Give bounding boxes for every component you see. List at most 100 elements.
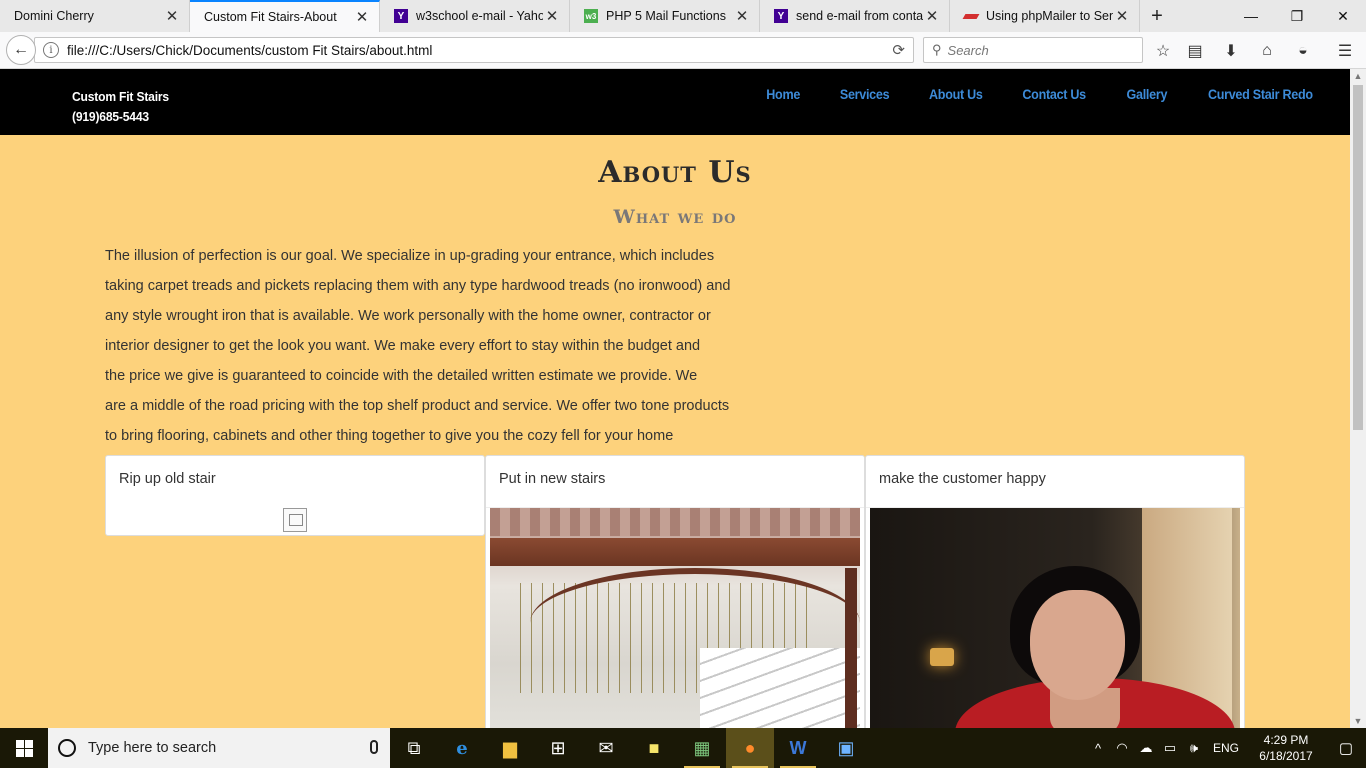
nav-about-us[interactable]: About Us xyxy=(929,87,983,102)
scrollbar-thumb[interactable] xyxy=(1353,85,1363,430)
mail-icon[interactable]: ✉ xyxy=(582,728,630,768)
brand-phone: (919)685-5443 xyxy=(72,109,149,124)
about-text-line: any style wrought iron that is available… xyxy=(105,308,711,324)
vertical-scrollbar[interactable]: ▲ ▼ xyxy=(1350,69,1366,728)
spreadsheet-app-icon[interactable]: ▦ xyxy=(678,728,726,768)
nav-curved-stair-redo[interactable]: Curved Stair Redo xyxy=(1208,87,1313,102)
sticky-notes-icon[interactable]: ■ xyxy=(630,728,678,768)
site-info-icon[interactable]: i xyxy=(43,42,59,58)
close-tab-icon[interactable]: ✕ xyxy=(543,7,561,25)
tab-send-email[interactable]: Y send e-mail from contac ✕ xyxy=(760,0,950,32)
web-page: Custom Fit Stairs (919)685-5443 Home Ser… xyxy=(0,69,1350,728)
navigation-toolbar: i file:///C:/Users/Chick/Documents/custo… xyxy=(0,32,1366,69)
scroll-up-icon[interactable]: ▲ xyxy=(1350,71,1366,81)
tab-custom-fit-stairs-about[interactable]: Custom Fit Stairs-About ✕ xyxy=(190,0,380,32)
store-icon[interactable]: ⊞ xyxy=(534,728,582,768)
about-text-line: taking carpet treads and pickets replaci… xyxy=(105,278,731,294)
about-text-line: the price we give is guaranteed to coinc… xyxy=(105,368,698,384)
scroll-down-icon[interactable]: ▼ xyxy=(1350,716,1366,726)
tab-label: Domini Cherry xyxy=(14,9,94,23)
nav-services[interactable]: Services xyxy=(839,87,889,102)
onedrive-icon[interactable]: ☁ xyxy=(1134,740,1158,756)
tab-label: Using phpMailer to Send xyxy=(986,9,1113,23)
windows-icon xyxy=(15,739,33,757)
url-bar[interactable]: i file:///C:/Users/Chick/Documents/custo… xyxy=(34,37,914,63)
card-put-in-new-stairs: Put in new stairs xyxy=(485,455,865,728)
system-tray: ^ ◠ ☁ ▭ 🕪 ENG 4:29 PM 6/18/2017 ▢ xyxy=(1086,728,1366,768)
close-tab-icon[interactable]: ✕ xyxy=(353,8,371,26)
reading-list-icon[interactable]: ▤ xyxy=(1184,40,1206,62)
search-placeholder: Search xyxy=(947,42,989,58)
customer-photo xyxy=(870,508,1240,728)
tab-label: Custom Fit Stairs-About xyxy=(204,10,337,24)
firefox-icon[interactable]: ● xyxy=(726,728,774,768)
language-indicator[interactable]: ENG xyxy=(1206,741,1246,755)
tab-label: PHP 5 Mail Functions xyxy=(606,9,726,23)
action-center-icon[interactable]: ▢ xyxy=(1326,739,1366,757)
brand-name: Custom Fit Stairs xyxy=(72,89,169,104)
stairs-photo xyxy=(490,508,860,728)
nav-contact-us[interactable]: Contact Us xyxy=(1023,87,1087,102)
yahoo-icon: Y xyxy=(394,9,408,23)
taskbar-search-box[interactable]: Type here to search xyxy=(48,728,390,768)
start-button[interactable] xyxy=(0,728,48,768)
page-title: About Us xyxy=(598,155,752,190)
wifi-icon[interactable]: ◠ xyxy=(1110,740,1134,756)
home-icon[interactable]: ⌂ xyxy=(1256,40,1278,62)
clock[interactable]: 4:29 PM 6/18/2017 xyxy=(1246,732,1326,764)
task-view-icon[interactable]: ⧉ xyxy=(390,728,438,768)
clock-time: 4:29 PM xyxy=(1263,733,1309,747)
page-subtitle: What we do xyxy=(613,206,737,228)
minimize-button[interactable]: — xyxy=(1228,0,1274,32)
volume-icon[interactable]: 🕪 xyxy=(1182,740,1206,756)
back-button[interactable]: ← xyxy=(6,35,36,65)
taskbar-search-placeholder: Type here to search xyxy=(88,740,217,756)
menu-icon[interactable]: ☰ xyxy=(1334,40,1356,62)
downloads-icon[interactable]: ⬇ xyxy=(1220,40,1242,62)
tab-phpmailer[interactable]: Using phpMailer to Send ✕ xyxy=(950,0,1140,32)
reload-icon[interactable]: ⟳ xyxy=(892,41,905,59)
nav-home[interactable]: Home xyxy=(767,87,801,102)
about-text-line: The illusion of perfection is our goal. … xyxy=(105,248,715,264)
tab-domini-cherry[interactable]: Domini Cherry ✕ xyxy=(0,0,190,32)
about-text-line: interior designer to get the look you wa… xyxy=(105,338,701,354)
yahoo-icon: Y xyxy=(774,9,788,23)
url-text[interactable]: file:///C:/Users/Chick/Documents/custom … xyxy=(67,43,432,58)
nav-gallery[interactable]: Gallery xyxy=(1126,87,1167,102)
w3schools-icon: w3 xyxy=(584,9,598,23)
cortana-icon xyxy=(58,739,76,757)
close-window-button[interactable]: ✕ xyxy=(1320,0,1366,32)
word-icon[interactable]: W xyxy=(774,728,822,768)
taskbar: Type here to search ⧉ e ▆ ⊞ ✉ ■ ▦ ● W ▣ … xyxy=(0,728,1366,768)
card-title: Put in new stairs xyxy=(486,456,864,508)
tab-strip: Domini Cherry ✕ Custom Fit Stairs-About … xyxy=(0,0,1366,32)
close-tab-icon[interactable]: ✕ xyxy=(923,7,941,25)
tab-label: w3school e-mail - Yahoo xyxy=(416,9,543,23)
battery-icon[interactable]: ▭ xyxy=(1158,740,1182,756)
close-tab-icon[interactable]: ✕ xyxy=(1113,7,1131,25)
file-explorer-icon[interactable]: ▆ xyxy=(486,728,534,768)
brand[interactable]: Custom Fit Stairs (919)685-5443 xyxy=(72,87,169,127)
show-hidden-icons-icon[interactable]: ^ xyxy=(1086,741,1110,756)
card-make-the-customer-happy: make the customer happy xyxy=(865,455,1245,728)
microphone-icon[interactable] xyxy=(370,740,378,754)
card-rip-up-old-stair: Rip up old stair xyxy=(105,455,485,536)
clock-date: 6/18/2017 xyxy=(1259,749,1313,763)
restore-button[interactable]: ❐ xyxy=(1274,0,1320,32)
broken-image-icon xyxy=(283,508,307,532)
card-title: Rip up old stair xyxy=(119,471,216,487)
close-tab-icon[interactable]: ✕ xyxy=(733,7,751,25)
tab-php-mail[interactable]: w3 PHP 5 Mail Functions ✕ xyxy=(570,0,760,32)
tab-label: send e-mail from contac xyxy=(796,9,923,23)
about-text-line: are a middle of the road pricing with th… xyxy=(105,398,730,414)
pocket-icon[interactable]: ◒ xyxy=(1292,40,1314,62)
photos-icon[interactable]: ▣ xyxy=(822,728,870,768)
edge-icon[interactable]: e xyxy=(438,728,486,768)
close-tab-icon[interactable]: ✕ xyxy=(163,7,181,25)
bookmark-star-icon[interactable]: ☆ xyxy=(1152,40,1174,62)
card-title: make the customer happy xyxy=(866,456,1244,508)
about-text: The illusion of perfection is our goal. … xyxy=(105,241,745,451)
new-tab-button[interactable]: + xyxy=(1140,0,1174,32)
search-input[interactable]: ⚲ Search xyxy=(923,37,1143,63)
tab-yahoo-w3school[interactable]: Y w3school e-mail - Yahoo ✕ xyxy=(380,0,570,32)
